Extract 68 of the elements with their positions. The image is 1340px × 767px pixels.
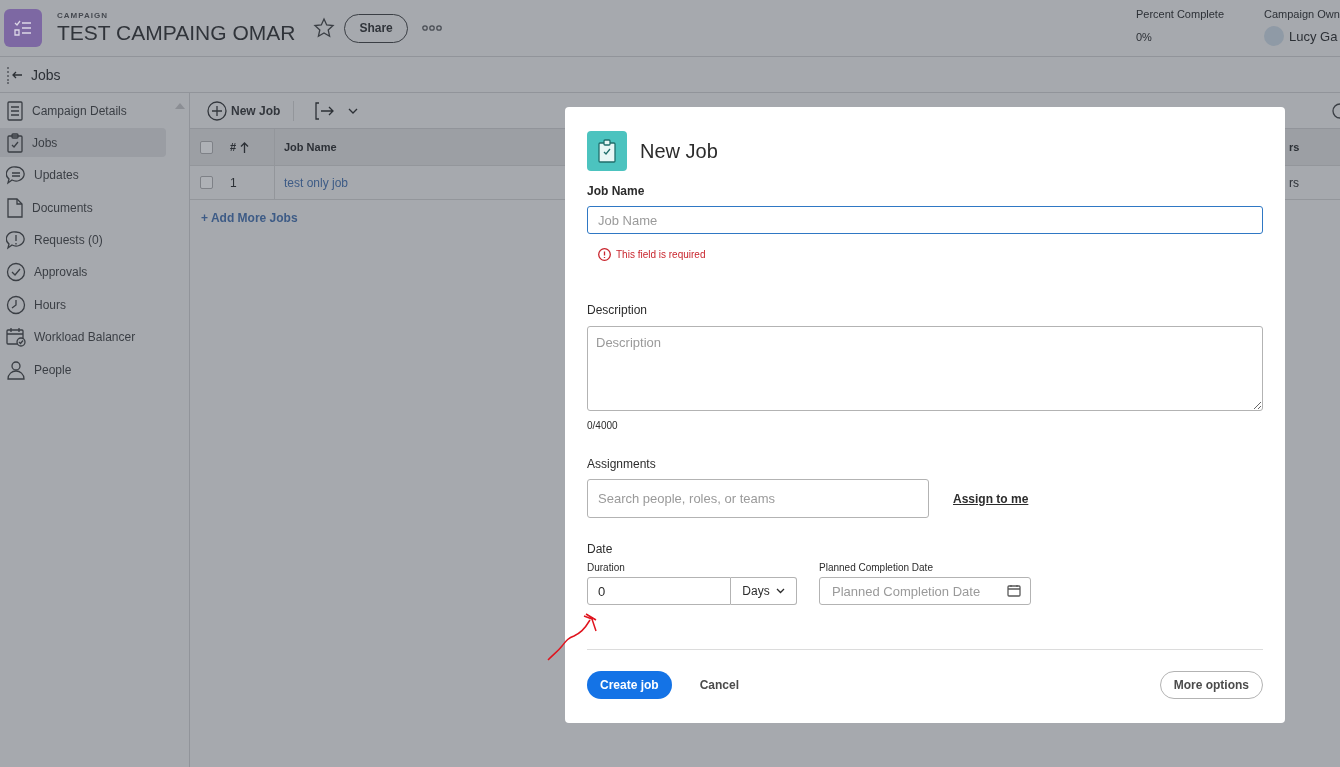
owner-label: Campaign Own <box>1264 8 1340 20</box>
page-icon <box>6 197 24 218</box>
description-field[interactable]: Description <box>587 326 1263 411</box>
field-label: Description <box>587 303 649 317</box>
field-label: Duration <box>587 562 626 573</box>
sort-up-icon <box>240 141 250 153</box>
collapse-panel-icon <box>5 65 25 84</box>
dialog-title: New Job <box>640 139 718 163</box>
person-icon <box>6 359 26 380</box>
sidebar-item[interactable]: Requests (0) <box>0 225 166 255</box>
create-job-button[interactable]: Create job <box>587 671 672 699</box>
error-message: This field is required <box>616 249 706 260</box>
sidebar-item[interactable]: Workload Balancer <box>0 322 166 352</box>
chevron-down-icon <box>775 588 785 594</box>
stat-label: Percent Complete <box>1135 8 1224 20</box>
stat-value: 0% <box>1135 31 1153 43</box>
document-icon <box>6 100 24 121</box>
sidebar-item[interactable]: Jobs <box>0 128 166 158</box>
field-label: Assignments <box>587 457 657 471</box>
chat-bubble-icon <box>6 165 26 186</box>
sidebar-item[interactable]: Documents <box>0 193 166 223</box>
sidebar-item[interactable]: Updates <box>0 160 166 190</box>
annotation-arrow-drawing <box>546 610 600 662</box>
sidebar-item[interactable]: Campaign Details <box>0 96 166 125</box>
campaign-title: TEST CAMPAING OMAR <box>57 21 296 45</box>
cancel-button[interactable]: Cancel <box>699 678 740 692</box>
table-cell: rs <box>1289 175 1299 190</box>
check-circle-icon <box>6 262 26 283</box>
owner-name: Lucy Ga <box>1289 28 1338 44</box>
checklist-icon <box>13 19 33 37</box>
more-icon <box>421 24 442 32</box>
column-header[interactable]: Job Name <box>284 141 337 153</box>
calendar-check-icon <box>6 327 26 348</box>
character-counter: 0/4000 <box>587 420 619 431</box>
unit-dropdown[interactable]: Days <box>731 577 797 605</box>
assign-to-me-link[interactable]: Assign to me <box>953 491 1029 506</box>
sidebar-item[interactable]: Approvals <box>0 257 166 287</box>
star-icon <box>313 17 336 39</box>
column-header[interactable]: # <box>230 141 237 153</box>
alert-circle-icon <box>598 248 611 261</box>
clock-icon <box>6 294 26 315</box>
exclamation-bubble-icon <box>6 230 26 251</box>
clipboard-check-icon <box>587 131 627 171</box>
field-label: Job Name <box>587 184 646 198</box>
calendar-icon <box>1007 584 1021 597</box>
table-cell: 1 <box>230 175 237 190</box>
job-name-field[interactable]: Job Name <box>587 206 1263 234</box>
new-job-button[interactable]: New Job <box>207 100 281 121</box>
section-label: Date <box>587 542 614 556</box>
duration-field[interactable]: 0 <box>587 577 731 605</box>
checkbox[interactable] <box>199 176 213 189</box>
export-icon <box>314 101 335 120</box>
sidebar-item[interactable]: Hours <box>0 290 166 320</box>
sidebar-item[interactable]: People <box>0 355 166 385</box>
job-link[interactable]: test only job <box>284 175 349 190</box>
add-more-jobs-link[interactable]: + Add More Jobs <box>201 211 298 225</box>
date-field[interactable]: Planned Completion Date <box>819 577 1031 605</box>
assignments-search-field[interactable]: Search people, roles, or teams <box>587 479 929 518</box>
chevron-down-icon <box>348 107 359 114</box>
more-options-button[interactable]: More options <box>1159 671 1263 699</box>
scroll-up-icon <box>175 103 185 109</box>
clipboard-check-icon <box>6 132 24 153</box>
checkbox[interactable] <box>199 140 213 154</box>
section-label: CAMPAIGN <box>57 11 109 20</box>
page-title: Jobs <box>31 66 61 83</box>
field-label: Planned Completion Date <box>819 562 934 573</box>
column-header[interactable]: rs <box>1289 141 1300 153</box>
plus-circle-icon <box>207 100 227 121</box>
